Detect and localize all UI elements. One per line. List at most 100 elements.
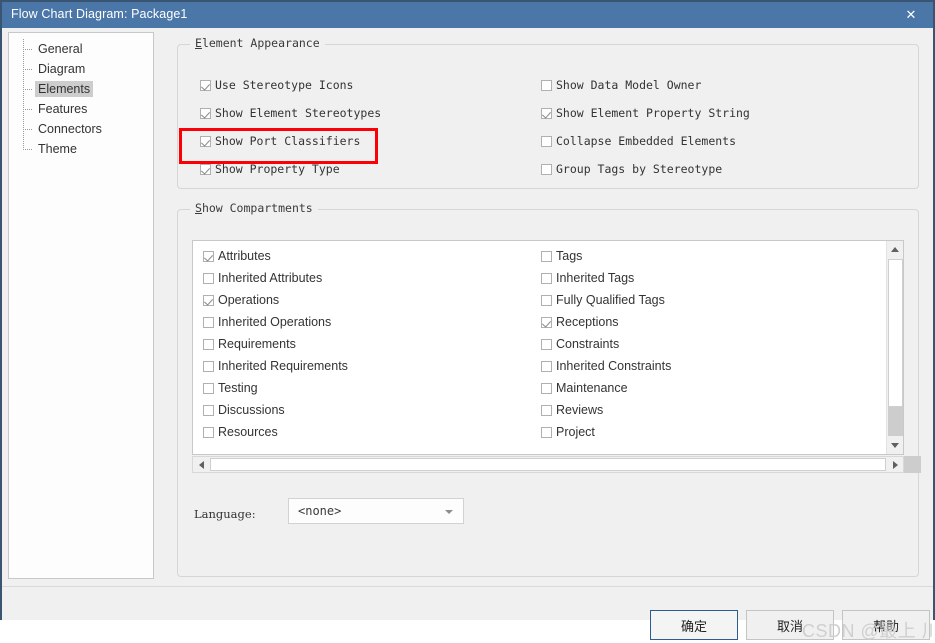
- checkbox-row[interactable]: Show Data Model Owner: [541, 78, 701, 92]
- checkbox-row[interactable]: Inherited Operations: [203, 315, 331, 329]
- sidebar-item-general[interactable]: General: [9, 39, 153, 59]
- checkbox-row[interactable]: Maintenance: [541, 381, 628, 395]
- checkbox-checked-icon[interactable]: [203, 294, 214, 306]
- checkbox-unchecked-icon[interactable]: [541, 250, 552, 262]
- checkbox-unchecked-icon[interactable]: [541, 404, 552, 416]
- checkbox-unchecked-icon[interactable]: [541, 135, 552, 147]
- chevron-up-icon: [891, 247, 899, 252]
- checkbox-unchecked-icon[interactable]: [541, 360, 552, 372]
- help-button[interactable]: 帮助: [842, 610, 930, 640]
- checkbox-row[interactable]: Collapse Embedded Elements: [541, 134, 736, 148]
- checkbox-unchecked-icon[interactable]: [541, 338, 552, 350]
- scroll-right-button[interactable]: [887, 457, 903, 472]
- checkbox-checked-icon[interactable]: [200, 135, 211, 147]
- checkbox-row[interactable]: Fully Qualified Tags: [541, 293, 665, 307]
- checkbox-label: Group Tags by Stereotype: [556, 162, 723, 176]
- checkbox-row[interactable]: Tags: [541, 249, 582, 263]
- dialog-content: General Diagram Elements Features Connectors…: [2, 28, 935, 641]
- checkbox-checked-icon[interactable]: [200, 79, 211, 91]
- title-bar: Flow Chart Diagram: Package1 ✕: [2, 2, 933, 28]
- sidebar-item-elements[interactable]: Elements: [9, 79, 153, 99]
- tree-line-horizontal: [23, 89, 33, 90]
- sidebar-item-diagram[interactable]: Diagram: [9, 59, 153, 79]
- checkbox-label: Inherited Attributes: [218, 271, 323, 285]
- checkbox-checked-icon[interactable]: [541, 107, 552, 119]
- checkbox-checked-icon[interactable]: [200, 163, 211, 175]
- checkbox-unchecked-icon[interactable]: [203, 272, 214, 284]
- compartments-list[interactable]: Attributes Inherited Attributes Operations…: [192, 240, 904, 455]
- dialog-window: Flow Chart Diagram: Package1 ✕ General Di…: [0, 0, 935, 641]
- checkbox-unchecked-icon[interactable]: [541, 79, 552, 91]
- checkbox-row[interactable]: Receptions: [541, 315, 619, 329]
- checkbox-label: Inherited Tags: [556, 271, 635, 285]
- checkbox-row[interactable]: Project: [541, 425, 595, 439]
- checkbox-row[interactable]: Show Property Type: [200, 162, 340, 176]
- checkbox-unchecked-icon[interactable]: [203, 404, 214, 416]
- checkbox-row[interactable]: Testing: [203, 381, 258, 395]
- sidebar-item-theme[interactable]: Theme: [9, 139, 153, 159]
- checkbox-label: Reviews: [556, 403, 604, 417]
- language-select[interactable]: <none>: [288, 498, 464, 524]
- checkbox-unchecked-icon[interactable]: [203, 316, 214, 328]
- checkbox-row[interactable]: Use Stereotype Icons: [200, 78, 353, 92]
- checkbox-label: Show Property Type: [215, 162, 340, 176]
- checkbox-unchecked-icon[interactable]: [203, 426, 214, 438]
- checkbox-unchecked-icon[interactable]: [203, 360, 214, 372]
- checkbox-label: Show Port Classifiers: [215, 134, 361, 148]
- checkbox-row[interactable]: Requirements: [203, 337, 296, 351]
- sidebar-item-features[interactable]: Features: [9, 99, 153, 119]
- vertical-scroll-thumb[interactable]: [888, 259, 903, 407]
- checkbox-label: Tags: [556, 249, 583, 263]
- tree-line-vertical: [23, 139, 24, 149]
- checkbox-unchecked-icon[interactable]: [203, 382, 214, 394]
- tree-line-horizontal: [23, 49, 33, 50]
- close-icon: ✕: [905, 7, 917, 23]
- checkbox-unchecked-icon[interactable]: [541, 272, 552, 284]
- language-selected-value: <none>: [298, 504, 342, 518]
- group-title-text: how Compartments: [201, 201, 313, 215]
- checkbox-label: Inherited Constraints: [556, 359, 672, 373]
- checkbox-row[interactable]: Reviews: [541, 403, 603, 417]
- checkbox-row[interactable]: Discussions: [203, 403, 285, 417]
- checkbox-label: Testing: [218, 381, 258, 395]
- group-title-element-appearance: Element Appearance: [190, 36, 325, 50]
- checkbox-row[interactable]: Inherited Requirements: [203, 359, 348, 373]
- sidebar-item-connectors[interactable]: Connectors: [9, 119, 153, 139]
- checkbox-label: Discussions: [218, 403, 285, 417]
- checkbox-unchecked-icon[interactable]: [541, 426, 552, 438]
- ok-button[interactable]: 确定: [650, 610, 738, 640]
- checkbox-row[interactable]: Inherited Constraints: [541, 359, 671, 373]
- checkbox-row[interactable]: Constraints: [541, 337, 619, 351]
- checkbox-label: Use Stereotype Icons: [215, 78, 354, 92]
- scroll-down-button[interactable]: [887, 437, 903, 454]
- close-button[interactable]: ✕: [889, 2, 933, 28]
- tree-line-horizontal: [23, 149, 33, 150]
- checkbox-row[interactable]: Inherited Tags: [541, 271, 634, 285]
- checkbox-checked-icon[interactable]: [541, 316, 552, 328]
- cancel-button[interactable]: 取消: [746, 610, 834, 640]
- sidebar-item-label: Diagram: [38, 62, 86, 76]
- vertical-scrollbar[interactable]: [886, 241, 903, 454]
- sidebar-item-label: Elements: [35, 81, 94, 97]
- vertical-scroll-track[interactable]: [888, 407, 903, 436]
- group-element-appearance: Element Appearance Use Stereotype Icons S…: [177, 36, 919, 189]
- checkbox-row[interactable]: Operations: [203, 293, 279, 307]
- checkbox-checked-icon[interactable]: [203, 250, 214, 262]
- checkbox-row[interactable]: Resources: [203, 425, 278, 439]
- scroll-up-button[interactable]: [887, 241, 903, 258]
- horizontal-scrollbar[interactable]: [192, 456, 904, 473]
- checkbox-row[interactable]: Show Port Classifiers: [200, 134, 360, 148]
- checkbox-row[interactable]: Inherited Attributes: [203, 271, 322, 285]
- checkbox-unchecked-icon[interactable]: [541, 382, 552, 394]
- checkbox-unchecked-icon[interactable]: [541, 294, 552, 306]
- checkbox-row[interactable]: Attributes: [203, 249, 271, 263]
- checkbox-unchecked-icon[interactable]: [541, 163, 552, 175]
- sidebar-item-label: Connectors: [38, 122, 102, 136]
- horizontal-scroll-thumb[interactable]: [210, 458, 886, 471]
- checkbox-row[interactable]: Show Element Property String: [541, 106, 750, 120]
- checkbox-unchecked-icon[interactable]: [203, 338, 214, 350]
- checkbox-row[interactable]: Show Element Stereotypes: [200, 106, 381, 120]
- checkbox-checked-icon[interactable]: [200, 107, 211, 119]
- checkbox-row[interactable]: Group Tags by Stereotype: [541, 162, 722, 176]
- scroll-left-button[interactable]: [193, 457, 209, 472]
